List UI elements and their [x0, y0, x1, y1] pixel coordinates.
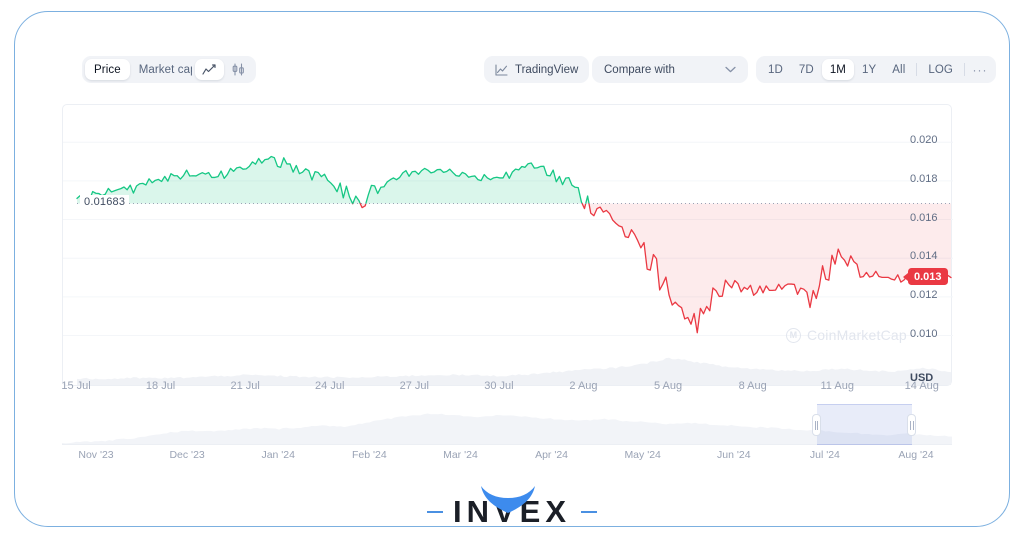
chart-toolbar: Price Market cap TradingView Compare wit…: [62, 48, 996, 92]
navigator-x-tick: Apr '24: [535, 449, 569, 461]
navigator-x-tick: Mar '24: [443, 449, 478, 461]
navigator-x-tick: Feb '24: [351, 449, 387, 461]
screenshot-root: Price Market cap TradingView Compare wit…: [0, 0, 1024, 538]
invex-logo: INVEX: [0, 485, 1024, 535]
navigator-x-tick: Aug '24: [898, 449, 934, 461]
chevron-down-icon: [725, 66, 736, 73]
more-options-icon[interactable]: ···: [968, 59, 992, 80]
x-axis-tick: 11 Aug: [820, 380, 854, 392]
x-axis-tick: 24 Jul: [315, 380, 345, 392]
tradingview-button[interactable]: TradingView: [484, 56, 590, 83]
navigator-selection-window[interactable]: [816, 404, 912, 445]
range-7d[interactable]: 7D: [791, 59, 822, 80]
log-scale-button[interactable]: LOG: [920, 59, 961, 80]
price-chart-plot: [63, 105, 953, 387]
current-price-badge: 0.013: [908, 268, 948, 286]
y-axis-tick: 0.018: [910, 172, 938, 185]
toolbar-divider-1: [916, 63, 918, 76]
navigator-x-tick: Jul '24: [809, 449, 840, 461]
navigator-x-tick: Jun '24: [717, 449, 751, 461]
compare-with-dropdown[interactable]: Compare with: [592, 56, 748, 83]
x-axis-tick: 15 Jul: [61, 380, 91, 392]
price-marketcap-toggle[interactable]: Price Market cap: [82, 56, 209, 83]
chart-type-toggle[interactable]: [192, 56, 256, 83]
time-range-group[interactable]: 1D 7D 1M 1Y All LOG ···: [756, 56, 996, 83]
x-axis-tick: 14 Aug: [904, 380, 939, 392]
x-axis-tick: 30 Jul: [484, 380, 514, 392]
navigator-x-tick: Nov '23: [78, 449, 114, 461]
candlestick-chart-icon[interactable]: [224, 59, 253, 80]
logo-dash-right: [581, 511, 598, 513]
navigator-x-axis: Nov '23 Dec '23 Jan '24 Feb '24 Mar '24 Apr '…: [62, 449, 952, 465]
range-1y[interactable]: 1Y: [854, 59, 884, 80]
navigator-x-tick: May '24: [624, 449, 661, 461]
x-axis-tick: 2 Aug: [569, 380, 598, 392]
y-axis-tick: 0.012: [910, 288, 938, 301]
price-chart-card[interactable]: [62, 104, 953, 387]
y-axis-tick: 0.020: [910, 134, 938, 147]
range-1d[interactable]: 1D: [760, 59, 791, 80]
bull-horns-icon: [479, 484, 537, 519]
range-1m[interactable]: 1M: [821, 59, 854, 80]
navigator-handle-left[interactable]: [812, 414, 822, 436]
x-axis-tick: 5 Aug: [653, 380, 683, 392]
y-axis-tick: 0.010: [910, 327, 938, 340]
x-axis: 15 Jul 18 Jul 21 Jul 24 Jul 27 Jul 30 Jul 2 Au…: [61, 380, 952, 396]
tradingview-label: TradingView: [515, 63, 579, 76]
compare-with-label: Compare with: [604, 63, 675, 76]
coinmarketcap-logo-icon: M: [786, 327, 801, 343]
x-axis-tick: 18 Jul: [145, 380, 176, 392]
y-axis: 0.020 0.018 0.016 0.014 0.013 0.012 0.010 USD: [850, 104, 950, 394]
navigator-x-tick: Jan '24: [261, 449, 295, 461]
x-axis-tick: 21 Jul: [230, 380, 260, 392]
baseline-price-label: 0.01683: [80, 195, 130, 210]
range-all[interactable]: All: [884, 59, 913, 80]
range-navigator[interactable]: [62, 404, 952, 445]
y-axis-tick: 0.016: [910, 211, 938, 224]
y-axis-tick: 0.014: [910, 250, 938, 263]
x-axis-tick: 8 Aug: [738, 380, 767, 392]
tradingview-icon: [495, 63, 508, 76]
price-chart-svg: [63, 141, 953, 385]
navigator-handle-right[interactable]: [907, 414, 917, 436]
tab-price[interactable]: Price: [85, 59, 130, 80]
toolbar-divider-2: [963, 63, 965, 76]
logo-dash-left: [426, 511, 443, 513]
navigator-x-tick: Dec '23: [169, 449, 205, 461]
x-axis-tick: 27 Jul: [399, 380, 429, 392]
line-chart-icon[interactable]: [195, 59, 224, 80]
